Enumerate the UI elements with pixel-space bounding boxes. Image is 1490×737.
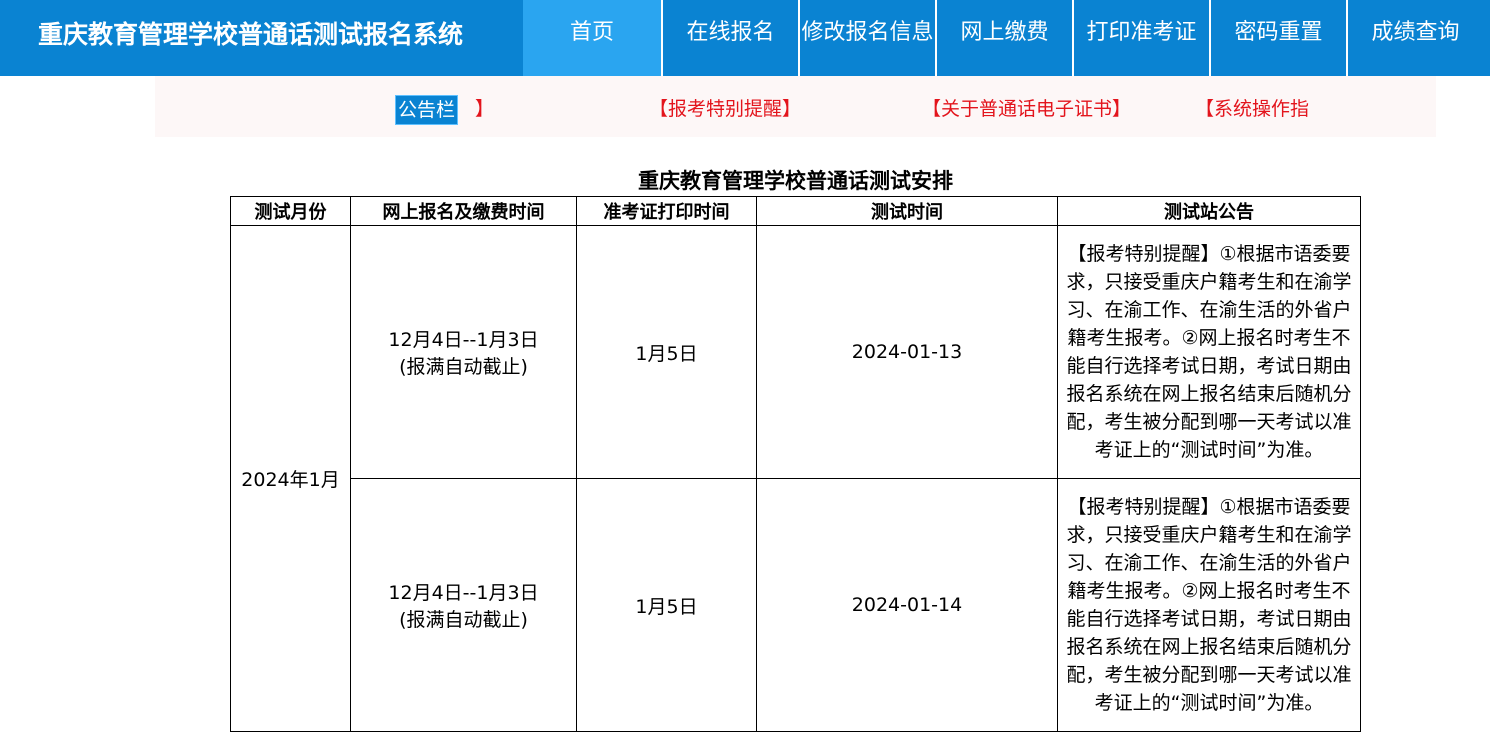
announcement-cell: 【报考特别提醒】①根据市语委要求，只接受重庆户籍考生和在渝学习、在渝工作、在渝生… xyxy=(1057,478,1361,732)
registration-note: (报满自动截止) xyxy=(399,609,528,631)
table-header-row: 测试月份 网上报名及缴费时间 准考证打印时间 测试时间 测试站公告 xyxy=(230,196,1361,226)
nav-online-register[interactable]: 在线报名 xyxy=(661,0,798,76)
header-bar: 重庆教育管理学校普通话测试报名系统 首页 在线报名 修改报名信息 网上缴费 打印… xyxy=(0,0,1490,76)
header-ticket-print-time: 准考证打印时间 xyxy=(576,196,757,226)
nav-edit-registration[interactable]: 修改报名信息 xyxy=(798,0,935,76)
notice-marquee: 】 【报考特别提醒】 【关于普通话电子证书】 【系统操作指 xyxy=(467,94,1309,124)
site-title: 重庆教育管理学校普通话测试报名系统 xyxy=(38,20,464,49)
schedule-table: 测试月份 网上报名及缴费时间 准考证打印时间 测试时间 测试站公告 2024年1… xyxy=(230,196,1361,732)
header-test-time: 测试时间 xyxy=(756,196,1058,226)
nav-print-admission-ticket[interactable]: 打印准考证 xyxy=(1072,0,1209,76)
nav-online-payment[interactable]: 网上缴费 xyxy=(935,0,1072,76)
test-month-cell: 2024年1月 xyxy=(230,225,351,732)
ticket-print-cell: 1月5日 xyxy=(576,225,757,479)
test-date-cell: 2024-01-14 xyxy=(756,478,1058,732)
table-row: 2024年1月 12月4日--1月3日 (报满自动截止) 1月5日 2024-0… xyxy=(230,225,1361,732)
registration-cell: 12月4日--1月3日 (报满自动截止) xyxy=(350,225,577,479)
registration-cell: 12月4日--1月3日 (报满自动截止) xyxy=(350,478,577,732)
notice-bar: 公告栏 】 【报考特别提醒】 【关于普通话电子证书】 【系统操作指 xyxy=(155,76,1436,137)
header-announcement: 测试站公告 xyxy=(1057,196,1361,226)
nav-password-reset[interactable]: 密码重置 xyxy=(1209,0,1346,76)
notice-link-system-guide[interactable]: 【系统操作指 xyxy=(1195,94,1309,124)
header-registration-time: 网上报名及缴费时间 xyxy=(350,196,577,226)
test-date-cell: 2024-01-13 xyxy=(756,225,1058,479)
notice-label: 公告栏 xyxy=(395,95,459,125)
main-nav: 首页 在线报名 修改报名信息 网上缴费 打印准考证 密码重置 成绩查询 xyxy=(523,0,1483,76)
registration-period: 12月4日--1月3日 xyxy=(388,582,539,604)
ticket-print-cell: 1月5日 xyxy=(576,478,757,732)
registration-note: (报满自动截止) xyxy=(399,356,528,378)
announcement-cell: 【报考特别提醒】①根据市语委要求，只接受重庆户籍考生和在渝学习、在渝工作、在渝生… xyxy=(1057,225,1361,479)
schedule-title: 重庆教育管理学校普通话测试安排 xyxy=(638,169,953,193)
notice-link-exam-reminder[interactable]: 【报考特别提醒】 xyxy=(649,94,801,124)
nav-home[interactable]: 首页 xyxy=(523,0,661,76)
notice-link[interactable]: 】 xyxy=(475,94,494,124)
header-test-month: 测试月份 xyxy=(230,196,351,226)
registration-period: 12月4日--1月3日 xyxy=(388,329,539,351)
table-row: 12月4日--1月3日 (报满自动截止) 1月5日 2024-01-14 【报考… xyxy=(231,478,1361,732)
notice-link-e-certificate[interactable]: 【关于普通话电子证书】 xyxy=(922,94,1131,124)
nav-score-query[interactable]: 成绩查询 xyxy=(1346,0,1483,76)
